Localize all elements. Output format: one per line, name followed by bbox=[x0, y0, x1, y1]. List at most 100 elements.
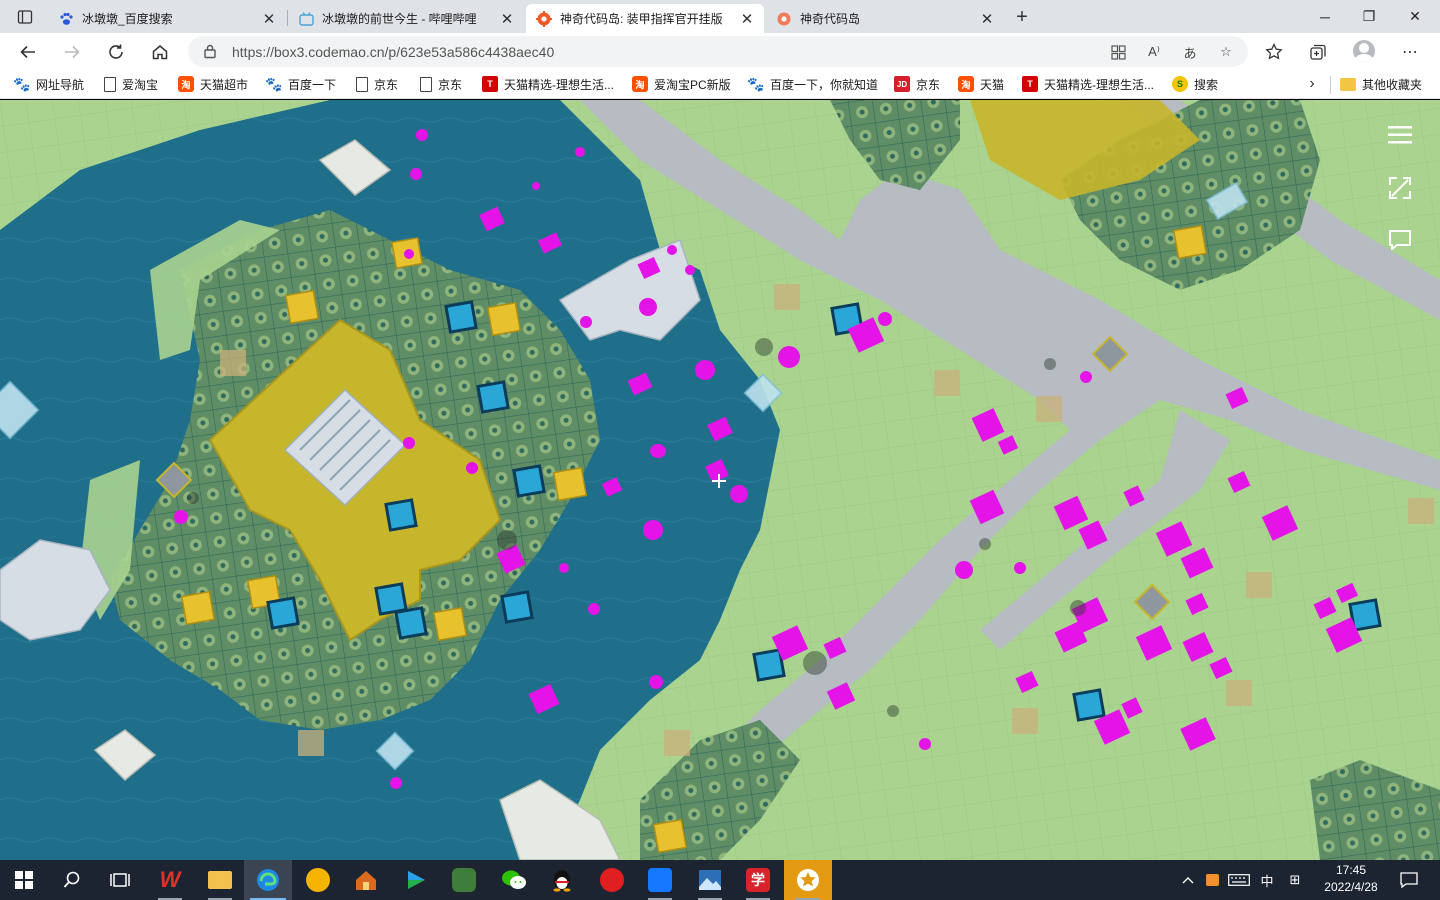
taskbar-app-wps[interactable]: W bbox=[146, 860, 194, 900]
chat-button[interactable] bbox=[1384, 224, 1416, 256]
favorite-item[interactable]: 淘爱淘宝PC新版 bbox=[632, 74, 731, 94]
tray-app-icon[interactable] bbox=[1202, 860, 1222, 900]
favorite-item[interactable]: 淘天猫超市 bbox=[178, 74, 248, 94]
tab-close-button[interactable]: ✕ bbox=[498, 10, 516, 28]
tab-codemao[interactable]: 神奇代码岛 ✕ bbox=[766, 4, 1004, 33]
minimize-button[interactable]: ─ bbox=[1302, 0, 1348, 33]
tab-actions-icon bbox=[17, 10, 33, 24]
taskbar-app-netease-music[interactable] bbox=[588, 860, 636, 900]
favorite-label: 其他收藏夹 bbox=[1362, 77, 1423, 92]
favorite-item[interactable]: T 天猫精选-理想生活... bbox=[482, 74, 614, 94]
tiger-icon bbox=[306, 868, 330, 892]
favorite-item[interactable]: JD 京东 bbox=[894, 74, 940, 94]
favorite-label: 京东 bbox=[916, 77, 941, 92]
taskbar-app-house[interactable] bbox=[342, 860, 390, 900]
hamburger-menu-icon bbox=[1388, 126, 1412, 144]
taskbar-app-qq[interactable] bbox=[538, 860, 586, 900]
favorite-item[interactable]: 🐾 百度一下 bbox=[265, 74, 337, 94]
favorite-label: 天猫超市 bbox=[200, 77, 249, 92]
translate-icon[interactable]: あ bbox=[1179, 41, 1201, 63]
favorite-label: 搜索 bbox=[1194, 77, 1219, 92]
baidu-paw-icon bbox=[58, 11, 74, 27]
clock-date: 2022/4/28 bbox=[1324, 880, 1378, 894]
favorite-item[interactable]: 爱淘宝 bbox=[104, 74, 158, 94]
search-button[interactable] bbox=[48, 860, 96, 900]
page-icon bbox=[104, 76, 116, 92]
taskbar-app-panda[interactable] bbox=[440, 860, 488, 900]
favorite-item[interactable]: 淘天猫 bbox=[958, 74, 1004, 94]
tab-close-button[interactable]: ✕ bbox=[738, 10, 756, 28]
add-favorite-star-icon[interactable]: ☆ bbox=[1215, 41, 1237, 63]
taskbar-app-blue-arrow[interactable] bbox=[636, 860, 684, 900]
favorite-item[interactable]: S 搜索 bbox=[1172, 74, 1218, 94]
tab-close-button[interactable]: ✕ bbox=[260, 10, 278, 28]
home-button[interactable] bbox=[144, 36, 176, 68]
arrow-right-icon bbox=[65, 45, 80, 59]
notification-center-button[interactable] bbox=[1396, 860, 1422, 900]
address-bar[interactable]: https://box3.codemao.cn/p/623e53a586c443… bbox=[188, 36, 1248, 67]
taskbar-app-xuexi[interactable]: 学 bbox=[734, 860, 782, 900]
refresh-button[interactable] bbox=[100, 36, 132, 68]
tab-actions-menu-button[interactable] bbox=[8, 4, 42, 30]
favorite-item[interactable]: 京东 bbox=[420, 74, 462, 94]
restore-button[interactable]: ❐ bbox=[1346, 0, 1392, 33]
favorite-item[interactable]: 🐾 百度一下，你就知道 bbox=[747, 74, 878, 94]
new-tab-button[interactable]: + bbox=[1008, 4, 1036, 30]
home-icon bbox=[152, 45, 168, 60]
profile-avatar[interactable] bbox=[1353, 40, 1375, 62]
back-button[interactable] bbox=[12, 36, 44, 68]
system-clock[interactable]: 17:45 2022/4/28 bbox=[1312, 862, 1390, 898]
close-window-button[interactable]: ✕ bbox=[1392, 0, 1438, 33]
task-view-icon bbox=[110, 873, 130, 887]
tab-title: 冰墩墩_百度搜索 bbox=[82, 12, 173, 26]
collections-icon[interactable] bbox=[1304, 38, 1332, 66]
folder-icon bbox=[208, 871, 232, 889]
favorite-item[interactable]: 🐾 网址导航 bbox=[13, 74, 84, 94]
house-icon bbox=[356, 871, 376, 890]
notification-icon bbox=[1400, 872, 1418, 888]
game-viewport[interactable] bbox=[0, 100, 1440, 860]
taskbar-app-photos[interactable] bbox=[686, 860, 734, 900]
tab-title: 冰墩墩的前世今生 - 哔哩哔哩 bbox=[322, 12, 477, 26]
page-icon bbox=[356, 76, 368, 92]
taskbar-app-edge[interactable] bbox=[244, 860, 292, 900]
taskbar-app-file-explorer[interactable] bbox=[196, 860, 244, 900]
game-menu-button[interactable] bbox=[1384, 119, 1416, 151]
ime-mode-button[interactable]: ⊞ bbox=[1284, 860, 1306, 900]
arrow-left-icon bbox=[20, 45, 35, 59]
taskbar-app-video-player[interactable] bbox=[392, 860, 440, 900]
favorites-overflow-button[interactable]: › bbox=[1302, 74, 1322, 94]
tab-close-button[interactable]: ✕ bbox=[978, 10, 996, 28]
fullscreen-button[interactable] bbox=[1384, 172, 1416, 204]
ime-language-button[interactable]: 中 bbox=[1256, 860, 1278, 900]
show-hidden-icons-button[interactable] bbox=[1178, 860, 1198, 900]
taskbar-app-tiger[interactable] bbox=[294, 860, 342, 900]
star-badge-icon bbox=[797, 869, 819, 891]
favorites-star-icon[interactable] bbox=[1260, 38, 1288, 66]
taskbar-app-wechat[interactable] bbox=[490, 860, 538, 900]
other-favorites-folder[interactable]: 其他收藏夹 bbox=[1340, 74, 1422, 94]
baidu-paw-icon: 🐾 bbox=[747, 75, 765, 92]
taobao-icon: 淘 bbox=[958, 76, 974, 92]
panda-icon bbox=[452, 868, 476, 892]
clock-time: 17:45 bbox=[1335, 863, 1367, 877]
keyboard-tray-button[interactable] bbox=[1226, 860, 1252, 900]
url-text[interactable]: https://box3.codemao.cn/p/623e53a586c443… bbox=[232, 44, 554, 60]
apps-grid-icon[interactable] bbox=[1107, 41, 1129, 63]
taskbar-app-star[interactable] bbox=[784, 860, 832, 900]
xuexi-icon: 学 bbox=[746, 868, 770, 892]
task-view-button[interactable] bbox=[96, 860, 144, 900]
favorite-label: 天猫精选-理想生活... bbox=[1044, 77, 1154, 92]
favorite-label: 百度一下 bbox=[288, 77, 337, 92]
lock-icon[interactable] bbox=[202, 43, 218, 59]
favorite-item[interactable]: T 天猫精选-理想生活... bbox=[1022, 74, 1154, 94]
start-button[interactable] bbox=[0, 860, 48, 900]
forward-button[interactable] bbox=[56, 36, 88, 68]
fullscreen-icon bbox=[1389, 177, 1411, 199]
tab-codemao-active[interactable]: 神奇代码岛: 装甲指挥官开挂版 ✕ bbox=[526, 4, 764, 33]
more-menu-icon[interactable]: ⋯ bbox=[1396, 38, 1424, 66]
favorite-item[interactable]: 京东 bbox=[356, 74, 398, 94]
tab-bilibili[interactable]: 冰墩墩的前世今生 - 哔哩哔哩 ✕ bbox=[288, 4, 524, 33]
read-aloud-icon[interactable]: A⁾ bbox=[1143, 41, 1165, 63]
tab-baidu[interactable]: 冰墩墩_百度搜索 ✕ bbox=[48, 4, 286, 33]
